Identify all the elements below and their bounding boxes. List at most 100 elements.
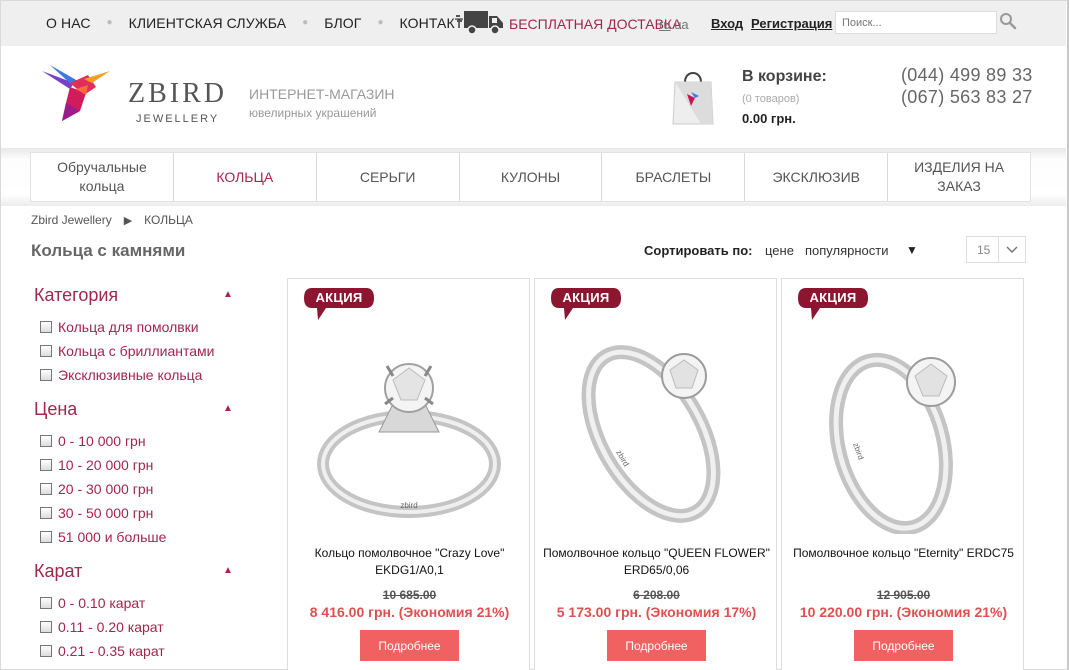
- sale-badge: АКЦИЯ: [551, 288, 621, 327]
- filter-option[interactable]: 0 - 10 000 грн: [40, 433, 146, 449]
- filter-option[interactable]: Кольца с бриллиантами: [40, 343, 214, 359]
- filter-option-label: 51 000 и больше: [58, 529, 167, 545]
- cart-item-count: (0 товаров): [742, 93, 800, 105]
- sort-direction-icon[interactable]: ▼: [906, 243, 918, 257]
- filter-option[interactable]: 0.21 - 0.35 карат: [40, 643, 165, 659]
- filter-option-label: Кольца с бриллиантами: [58, 343, 215, 359]
- breadcrumb-arrow-icon: ▶: [123, 214, 133, 227]
- main-nav: Обручальные кольца КОЛЬЦА СЕРЬГИ КУЛОНЫ …: [30, 152, 1031, 202]
- top-nav-client-service[interactable]: КЛИЕНТСКАЯ СЛУЖБА: [113, 15, 303, 31]
- sale-price: 8 416.00 грн. (Экономия 21%): [309, 604, 510, 620]
- top-nav: О НАС ● КЛИЕНТСКАЯ СЛУЖБА ● БЛОГ ● КОНТА…: [30, 0, 492, 45]
- filter-category-title[interactable]: Категория: [34, 285, 118, 306]
- filter-price-title[interactable]: Цена: [34, 399, 77, 420]
- old-price: 10 685.00: [382, 588, 437, 602]
- filter-option[interactable]: Эксклюзивные кольца: [40, 367, 202, 383]
- checkbox[interactable]: [40, 507, 52, 519]
- chevron-down-icon[interactable]: [998, 237, 1025, 262]
- hummingbird-logo-icon[interactable]: [40, 63, 118, 125]
- page-title: Кольца с камнями: [31, 241, 186, 260]
- nav-item-rings[interactable]: КОЛЬЦА: [174, 153, 317, 201]
- login-link[interactable]: Вход: [711, 16, 743, 31]
- breadcrumb-home[interactable]: Zbird Jewellery: [31, 213, 112, 227]
- nav-item-earrings[interactable]: СЕРЬГИ: [317, 153, 460, 201]
- checkbox[interactable]: [40, 435, 52, 447]
- store-tagline-sub: ювелирных украшений: [249, 106, 377, 120]
- ring-product-image[interactable]: zbird: [556, 324, 756, 534]
- checkbox[interactable]: [40, 321, 52, 333]
- old-price: 12 905.00: [876, 588, 931, 602]
- per-page-select[interactable]: 15: [966, 236, 1026, 263]
- per-page-value: 15: [977, 243, 991, 257]
- collapse-arrow-icon[interactable]: ▲: [223, 565, 233, 576]
- details-button[interactable]: Подробнее: [607, 630, 706, 661]
- nav-item-exclusive[interactable]: ЭКСКЛЮЗИВ: [745, 153, 889, 201]
- search-input[interactable]: [835, 11, 997, 34]
- filter-option[interactable]: 20 - 30 000 грн: [40, 481, 153, 497]
- svg-text:zbird: zbird: [400, 501, 417, 510]
- search-icon[interactable]: [999, 12, 1017, 30]
- filter-option[interactable]: 10 - 20 000 грн: [40, 457, 153, 473]
- sale-badge-label: АКЦИЯ: [315, 290, 363, 305]
- top-nav-about[interactable]: О НАС: [30, 15, 107, 31]
- nav-item-bracelets[interactable]: БРАСЛЕТЫ: [602, 153, 746, 201]
- lang-ua-link[interactable]: ua: [674, 17, 688, 32]
- filter-option-label: 0 - 0.10 карат: [58, 595, 146, 611]
- sort-by-price[interactable]: цене: [765, 243, 794, 258]
- brand-subtitle: JEWELLERY: [136, 113, 220, 125]
- filter-option[interactable]: Кольца для помолвки: [40, 319, 199, 335]
- checkbox[interactable]: [40, 459, 52, 471]
- filter-option[interactable]: 0.11 - 0.20 карат: [40, 619, 164, 635]
- lang-ru-link[interactable]: ru: [659, 17, 671, 32]
- language-switch: ru ua: [659, 17, 689, 32]
- filter-option[interactable]: 30 - 50 000 грн: [40, 505, 153, 521]
- collapse-arrow-icon[interactable]: ▲: [223, 289, 233, 300]
- filter-option-label: 10 - 20 000 грн: [58, 457, 154, 473]
- top-nav-blog[interactable]: БЛОГ: [308, 15, 377, 31]
- product-card[interactable]: АКЦИЯ zbird Помолвочное кольцо "Eternity…: [781, 278, 1024, 670]
- product-card[interactable]: АКЦИЯ zbird Помолвочное кольцо "QUEEN FL…: [534, 278, 777, 670]
- product-name[interactable]: Помолвочное кольцо "Eternity" ERDC75: [788, 545, 1019, 562]
- checkbox[interactable]: [40, 597, 52, 609]
- cart-total: 0.00 грн.: [742, 111, 796, 126]
- filter-option-label: 30 - 50 000 грн: [58, 505, 154, 521]
- collapse-arrow-icon[interactable]: ▲: [223, 403, 233, 414]
- sort-label: Сортировать по:: [644, 243, 753, 258]
- filter-option-label: 0 - 10 000 грн: [58, 433, 146, 449]
- checkbox[interactable]: [40, 483, 52, 495]
- checkbox[interactable]: [40, 369, 52, 381]
- filter-option[interactable]: 51 000 и больше: [40, 529, 166, 545]
- cart-title[interactable]: В корзине:: [742, 68, 827, 86]
- checkbox[interactable]: [40, 345, 52, 357]
- checkbox[interactable]: [40, 531, 52, 543]
- nav-item-wedding-rings[interactable]: Обручальные кольца: [31, 153, 174, 201]
- ring-product-image[interactable]: zbird: [309, 324, 509, 534]
- register-link[interactable]: Регистрация: [751, 16, 832, 31]
- sale-badge: АКЦИЯ: [798, 288, 868, 327]
- details-button[interactable]: Подробнее: [360, 630, 459, 661]
- free-shipping-label[interactable]: БЕСПЛАТНАЯ ДОСТАВКА: [509, 16, 681, 32]
- checkbox[interactable]: [40, 645, 52, 657]
- ring-product-image[interactable]: zbird: [803, 324, 1003, 534]
- filter-option-label: Кольца для помолвки: [58, 319, 199, 335]
- nav-item-pendants[interactable]: КУЛОНЫ: [460, 153, 603, 201]
- details-button[interactable]: Подробнее: [854, 630, 953, 661]
- nav-item-custom-orders[interactable]: ИЗДЕЛИЯ НА ЗАКАЗ: [888, 153, 1030, 201]
- phone-number: (067) 563 83 27: [901, 87, 1033, 107]
- sort-by-popularity[interactable]: популярности: [805, 243, 889, 258]
- filter-option-label: 20 - 30 000 грн: [58, 481, 154, 497]
- phone-number: (044) 499 89 33: [901, 65, 1033, 85]
- product-card[interactable]: АКЦИЯ zbird Кольцо помолвочное "Crazy Lo…: [287, 278, 530, 670]
- sale-price: 10 220.00 грн. (Экономия 21%): [799, 604, 1008, 620]
- sale-badge-label: АКЦИЯ: [809, 290, 857, 305]
- delivery-truck-icon: [456, 11, 503, 35]
- filter-option[interactable]: 0 - 0.10 карат: [40, 595, 145, 611]
- old-price: 6 208.00: [633, 588, 680, 602]
- filter-carat-title[interactable]: Карат: [34, 561, 82, 582]
- checkbox[interactable]: [40, 621, 52, 633]
- filter-option-label: 0.11 - 0.20 карат: [58, 619, 164, 635]
- product-name[interactable]: Помолвочное кольцо "QUEEN FLOWER" ERD65/…: [541, 545, 772, 579]
- brand-name[interactable]: ZBIRD: [128, 78, 227, 110]
- product-name[interactable]: Кольцо помолвочное "Crazy Love" EKDG1/A0…: [294, 545, 525, 579]
- shopping-bag-icon[interactable]: [671, 68, 715, 128]
